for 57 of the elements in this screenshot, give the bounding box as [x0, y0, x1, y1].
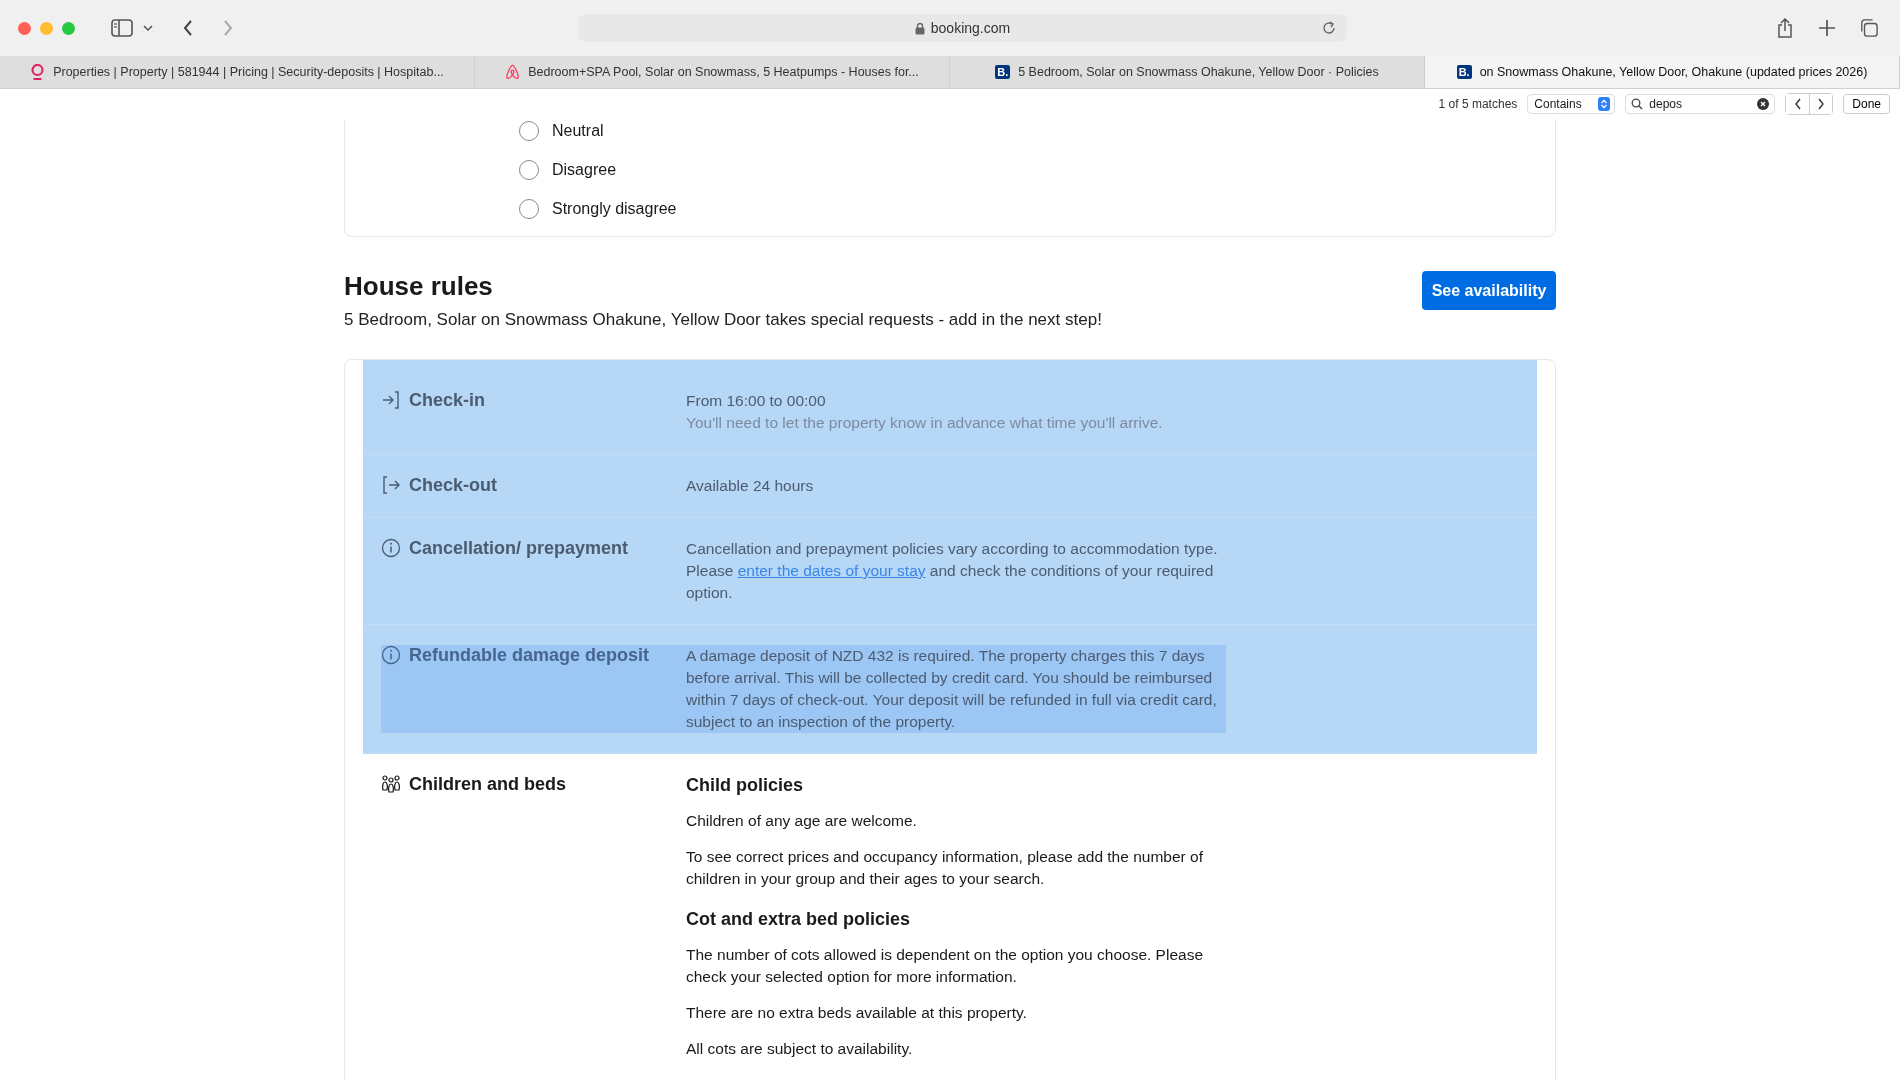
policy-heading: Cot and extra bed policies: [686, 908, 912, 930]
reload-icon[interactable]: [1321, 20, 1337, 36]
check-in-icon: [381, 390, 401, 410]
rule-label: Check-in: [409, 390, 486, 411]
plus-icon[interactable]: [1818, 18, 1836, 38]
info-icon: [381, 538, 401, 558]
policy-heading: Child policies: [686, 774, 805, 796]
rule-label: Cancellation/ prepayment: [409, 538, 629, 559]
rule-text: Children of any age are welcome.: [686, 811, 918, 831]
section-title: House rules: [344, 271, 494, 302]
match-count: 1 of 5 matches: [1438, 97, 1518, 111]
rule-label: Check-out: [409, 475, 497, 496]
sidebar-icon[interactable]: [111, 19, 133, 37]
site-logo: B.: [1456, 65, 1472, 79]
share-icon[interactable]: [1776, 18, 1794, 38]
lock-icon: [914, 21, 925, 35]
loop-icon: [505, 64, 521, 80]
people-icon: [381, 774, 401, 794]
rule-label: Children and beds: [409, 774, 567, 795]
rule-label: Refundable damage deposit: [409, 645, 650, 666]
rule-text: Available 24 hours: [686, 476, 815, 496]
section-subtitle: 5 Bedroom, Solar on Snowmass Ohakune, Yellow Door takes special requests - add in the next step!: [344, 310, 1102, 330]
check-out-icon: [381, 475, 401, 495]
rule-text: All cots are subject to availability.: [686, 1039, 914, 1059]
stepper-icon: [1598, 97, 1611, 111]
find-field[interactable]: depos: [1625, 94, 1776, 114]
browser-tab[interactable]: B. on Snowmass Ohakune, Yellow Door, Ohakune (updated prices 2026): [1425, 56, 1900, 88]
clear-icon[interactable]: [1757, 98, 1770, 110]
done-button[interactable]: Done: [1843, 94, 1890, 114]
search-icon: [1631, 98, 1644, 110]
address-bar[interactable]: booking.com: [578, 14, 1347, 42]
info-icon: [381, 645, 401, 665]
close-button[interactable]: [18, 21, 31, 35]
browser-tab[interactable]: Bedroom+SPA Pool, Solar on Snowmass, 5 Heatpumps - Houses for...: [475, 56, 950, 88]
radio-label: Neutral: [552, 121, 604, 140]
rule-text: The number of cots allowed is dependent on the option you choose. Please check your selected option for more information.: [686, 945, 1204, 987]
tabs-overview-icon[interactable]: [1860, 18, 1878, 38]
site-logo: B.: [995, 65, 1011, 79]
rule-text: A damage deposit of NZD 432 is required. The property charges this 7 days before arrival. This will be collected by credit card. You should be reimbursed within 7 days of check-out. Your deposit will be refunded in full via credit card, subject to an inspection of the property.: [686, 646, 1218, 732]
rule-text: Cancellation and prepayment policies vary according to accommodation type. Please enter the dates of your stay and check the conditions of your required option.: [686, 539, 1219, 603]
url-text: booking.com: [930, 20, 1011, 36]
rule-note: You'll need to let the property know in advance what time you'll arrive.: [686, 413, 1164, 433]
see-availability-button[interactable]: See availability: [1422, 271, 1556, 310]
rule-text: From 16:00 to 00:00: [686, 391, 827, 411]
search-query: depos: [1649, 97, 1683, 111]
rule-text: To see correct prices and occupancy information, please add the number of children in your group and their ages to your search.: [686, 847, 1204, 889]
radio-label: Disagree: [552, 160, 617, 179]
chevron-right-icon: [1817, 98, 1826, 110]
chevron-left-icon: [1793, 98, 1802, 110]
next-match-button[interactable]: [1809, 94, 1833, 114]
back-icon[interactable]: [183, 20, 193, 36]
rule-text: There are no extra beds available at this property.: [686, 1003, 1028, 1023]
browser-tab[interactable]: Properties | Property | 581944 | Pricing | Security-deposits | Hospitab...: [0, 56, 475, 88]
chevron-down-icon[interactable]: [143, 25, 153, 31]
match-mode-dropdown[interactable]: Contains: [1527, 94, 1616, 114]
pin-icon: [30, 64, 46, 80]
radio-label: Strongly disagree: [552, 199, 677, 218]
